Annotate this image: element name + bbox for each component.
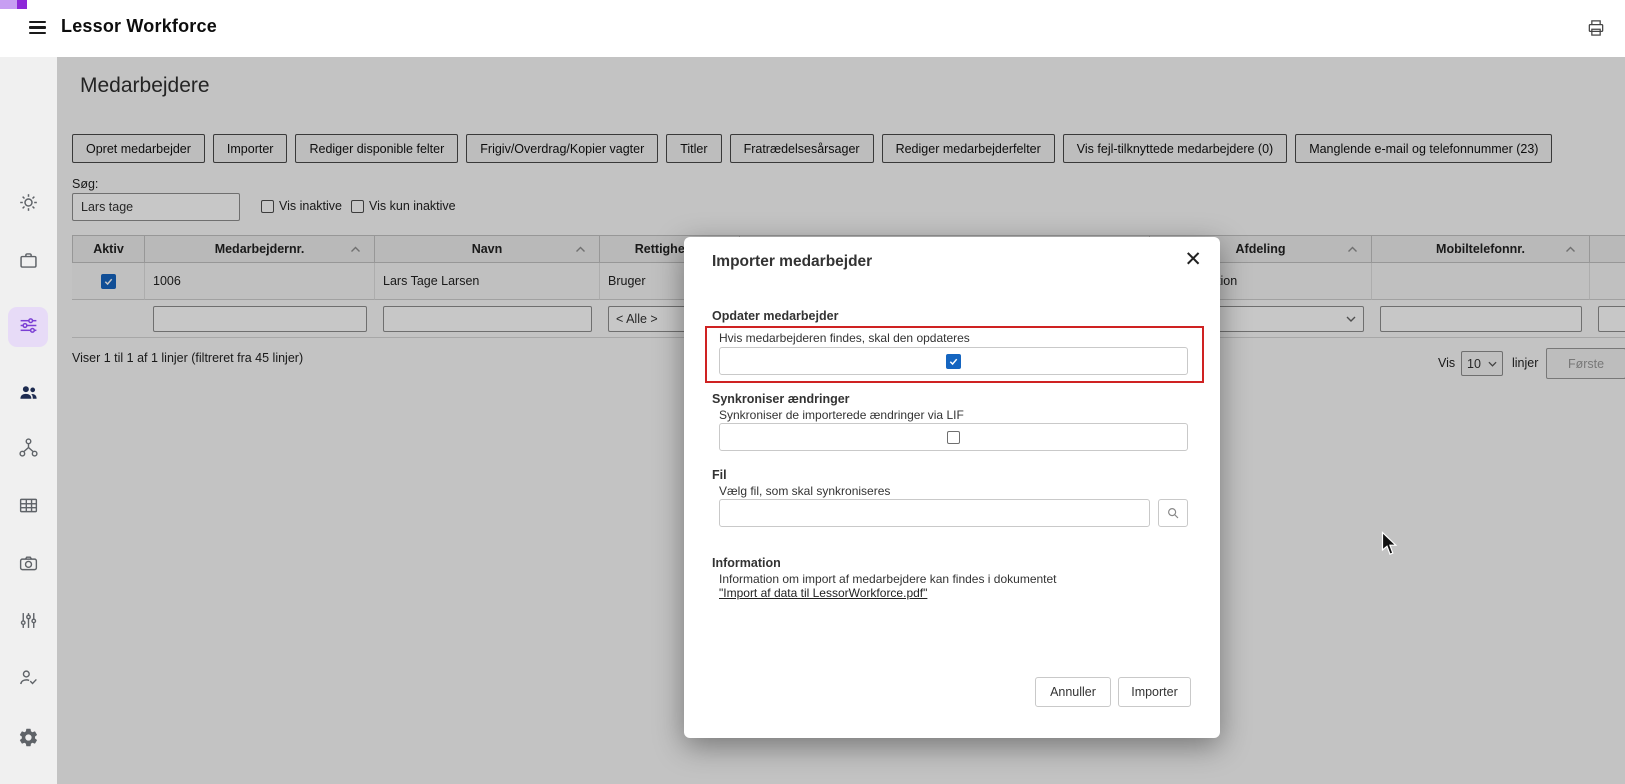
sidebar-item-settings[interactable]: [8, 719, 48, 759]
table-icon: [18, 495, 39, 519]
cancel-button[interactable]: Annuller: [1035, 677, 1111, 707]
tune-icon: [18, 315, 39, 339]
sidebar-item-people[interactable]: [8, 374, 48, 414]
update-checkbox-row: [719, 347, 1188, 375]
topbar: Lessor Workforce: [0, 0, 1625, 57]
person-check-icon: [18, 667, 39, 691]
sync-section-label: Synkroniser ændringer: [712, 392, 850, 406]
print-icon[interactable]: [1583, 17, 1609, 41]
sidebar-item-organisation[interactable]: [8, 429, 48, 469]
sidebar: [0, 57, 57, 784]
sidebar-item-settings-sliders[interactable]: [8, 602, 48, 642]
people-icon: [18, 382, 39, 406]
equalizer-icon: [18, 610, 39, 634]
org-chart-icon: [18, 437, 39, 461]
sidebar-item-employees[interactable]: [8, 307, 48, 347]
info-section-label: Information: [712, 556, 781, 570]
dialog-title: Importer medarbejder: [712, 253, 872, 271]
sidebar-item-jobs[interactable]: [8, 242, 48, 282]
sidebar-item-photos[interactable]: [8, 545, 48, 585]
app-title: Lessor Workforce: [61, 16, 217, 37]
sync-checkbox[interactable]: [947, 431, 960, 444]
import-pdf-link[interactable]: "Import af data til LessorWorkforce.pdf": [719, 586, 927, 600]
sidebar-item-transfers[interactable]: [8, 779, 48, 784]
file-input[interactable]: [719, 499, 1150, 527]
camera-icon: [18, 553, 39, 577]
sun-icon: [18, 192, 39, 216]
sidebar-item-dashboard[interactable]: [8, 184, 48, 224]
import-dialog: Importer medarbejder ✕ Opdater medarbejd…: [684, 237, 1220, 738]
menu-icon[interactable]: [29, 21, 49, 37]
close-icon[interactable]: ✕: [1184, 249, 1202, 270]
file-section-label: Fil: [712, 468, 727, 482]
briefcase-icon: [18, 250, 39, 274]
import-button[interactable]: Importer: [1118, 677, 1191, 707]
update-section-desc: Hvis medarbejderen findes, skal den opda…: [719, 331, 970, 345]
gear-icon: [18, 727, 39, 751]
info-section-desc: Information om import af medarbejdere ka…: [719, 572, 1057, 586]
file-section-desc: Vælg fil, som skal synkroniseres: [719, 484, 890, 498]
sidebar-item-tables[interactable]: [8, 487, 48, 527]
file-browse-button[interactable]: [1158, 499, 1188, 527]
update-checkbox[interactable]: [946, 354, 961, 369]
search-icon: [1166, 506, 1180, 520]
app-window: Lessor Workforce: [0, 0, 1625, 784]
sync-section-desc: Synkroniser de importerede ændringer via…: [719, 408, 964, 422]
sidebar-item-approvals[interactable]: [8, 659, 48, 699]
sync-checkbox-row: [719, 423, 1188, 451]
update-section-label: Opdater medarbejder: [712, 309, 838, 323]
